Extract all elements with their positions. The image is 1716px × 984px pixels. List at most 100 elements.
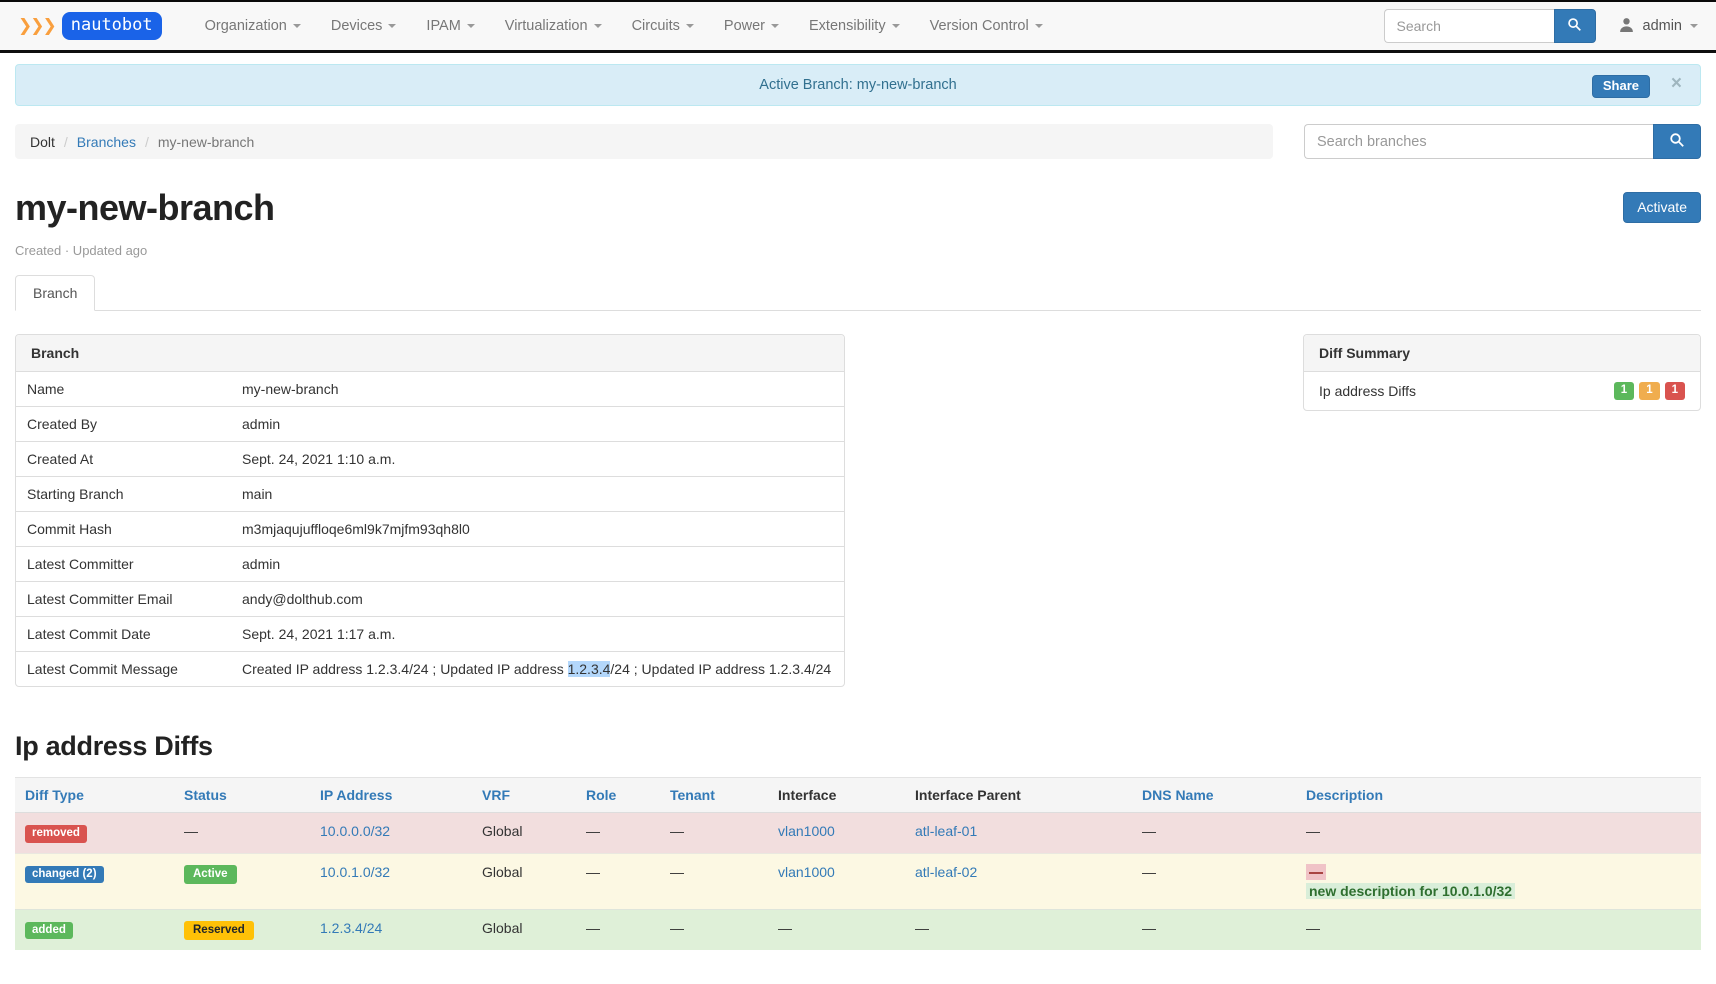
column-sort-link[interactable]: IP Address [320, 787, 392, 803]
diff-column-description: Description [1296, 778, 1701, 813]
empty-value: — [670, 920, 684, 936]
cell-link[interactable]: vlan1000 [778, 864, 835, 880]
column-label: Interface Parent [915, 787, 1021, 803]
description-old: — [1306, 864, 1691, 880]
diff-cell: — [660, 853, 768, 909]
nav-item-organization[interactable]: Organization [190, 3, 316, 49]
branch-detail-row: Created Byadmin [16, 407, 844, 442]
branch-detail-table: Namemy-new-branchCreated ByadminCreated … [16, 372, 844, 686]
commit-message-post: /24 ; Updated IP address 1.2.3.4/24 [610, 661, 831, 677]
nautobot-logo[interactable]: ❯❯❯ nautobot [18, 12, 162, 40]
breadcrumb-separator: / [64, 134, 68, 150]
diff-type-badge: removed [25, 825, 87, 843]
diff-cell: — [1296, 909, 1701, 950]
share-button[interactable]: Share [1592, 75, 1650, 98]
diff-cell: — [1132, 813, 1296, 854]
empty-value: — [586, 920, 600, 936]
caret-down-icon [467, 24, 475, 28]
navbar-right: admin [1384, 9, 1699, 43]
branch-field-value: main [231, 477, 844, 512]
diff-cell: Active [174, 853, 310, 909]
diff-cell: — [905, 909, 1132, 950]
empty-value: — [670, 864, 684, 880]
column-sort-link[interactable]: Role [586, 787, 616, 803]
diff-cell: — [576, 853, 660, 909]
search-icon [1567, 17, 1582, 35]
diff-row: changed (2)Active10.0.1.0/32Global——vlan… [15, 853, 1701, 909]
breadcrumb: Dolt/Branches/my-new-branch [15, 124, 1273, 159]
nav-item-ipam[interactable]: IPAM [411, 3, 489, 49]
global-search-button[interactable] [1554, 9, 1596, 43]
nav-item-virtualization[interactable]: Virtualization [490, 3, 617, 49]
cell-link[interactable]: 10.0.1.0/32 [320, 864, 390, 880]
cell-link[interactable]: atl-leaf-01 [915, 823, 977, 839]
column-sort-link[interactable]: Status [184, 787, 227, 803]
diff-count-badge: 1 [1614, 382, 1634, 400]
title-wrap: my-new-branch Created · Updated ago [15, 159, 1623, 258]
nav-item-devices[interactable]: Devices [316, 3, 412, 49]
search-icon [1669, 132, 1685, 151]
branch-detail-row: Latest Commit DateSept. 24, 2021 1:17 a.… [16, 617, 844, 652]
branch-detail-row: Starting Branchmain [16, 477, 844, 512]
branch-search-input[interactable] [1304, 124, 1653, 159]
branch-panel: Branch Namemy-new-branchCreated ByadminC… [15, 334, 845, 687]
column-sort-link[interactable]: DNS Name [1142, 787, 1214, 803]
cell-link[interactable]: 1.2.3.4/24 [320, 920, 382, 936]
diff-cell: — [768, 909, 905, 950]
column-sort-link[interactable]: Tenant [670, 787, 715, 803]
diff-cell: Global [472, 909, 576, 950]
caret-down-icon [1035, 24, 1043, 28]
branch-detail-row: Namemy-new-branch [16, 372, 844, 407]
empty-value: — [778, 920, 792, 936]
cell-link[interactable]: 10.0.0.0/32 [320, 823, 390, 839]
breadcrumb-item-my-new-branch: my-new-branch [158, 134, 254, 150]
nav-item-label: Extensibility [809, 18, 886, 34]
column-sort-link[interactable]: VRF [482, 787, 510, 803]
nav-item-circuits[interactable]: Circuits [617, 3, 709, 49]
diff-cell: — [576, 909, 660, 950]
nav-menu: Organization Devices IPAMVirtualization Cir… [190, 3, 1058, 49]
diff-cell: —new description for 10.0.1.0/32 [1296, 853, 1701, 909]
caret-down-icon [388, 24, 396, 28]
diff-cell: — [1132, 853, 1296, 909]
branch-search-button[interactable] [1653, 124, 1701, 159]
branch-panel-title: Branch [16, 335, 844, 372]
column-sort-link[interactable]: Description [1306, 787, 1383, 803]
diff-summary-title: Diff Summary [1304, 335, 1700, 372]
diff-cell: — [1132, 909, 1296, 950]
breadcrumb-item-branches[interactable]: Branches [77, 134, 136, 150]
nav-item-label: Devices [331, 18, 383, 34]
diff-column-interface-parent: Interface Parent [905, 778, 1132, 813]
nav-item-extensibility[interactable]: Extensibility [794, 3, 915, 49]
diff-column-role: Role [576, 778, 660, 813]
global-search [1384, 9, 1596, 43]
branch-field-label: Commit Hash [16, 512, 231, 547]
diff-type-badge: changed (2) [25, 866, 104, 884]
diff-cell: — [660, 909, 768, 950]
column-sort-link[interactable]: Diff Type [25, 787, 84, 803]
tab-branch[interactable]: Branch [15, 275, 95, 311]
nav-item-power[interactable]: Power [709, 3, 794, 49]
breadcrumb-row: Dolt/Branches/my-new-branch [15, 124, 1701, 159]
commit-message-highlight: 1.2.3.4 [568, 661, 611, 677]
nav-item-label: Power [724, 18, 765, 34]
nav-item-label: Circuits [632, 18, 680, 34]
empty-value: — [1142, 864, 1156, 880]
cell-link[interactable]: vlan1000 [778, 823, 835, 839]
user-name: admin [1643, 18, 1683, 34]
user-menu[interactable]: admin [1618, 16, 1699, 37]
nav-item-version-control[interactable]: Version Control [915, 3, 1058, 49]
close-icon[interactable]: × [1671, 74, 1682, 93]
description-new: new description for 10.0.1.0/32 [1306, 880, 1691, 899]
branch-field-value: Sept. 24, 2021 1:10 a.m. [231, 442, 844, 477]
cell-link[interactable]: atl-leaf-02 [915, 864, 977, 880]
branch-field-value: admin [231, 547, 844, 582]
diff-column-dns-name: DNS Name [1132, 778, 1296, 813]
diff-count-badge: 1 [1639, 382, 1659, 400]
empty-value: — [915, 920, 929, 936]
diff-column-tenant: Tenant [660, 778, 768, 813]
activate-button[interactable]: Activate [1623, 192, 1701, 223]
branch-detail-row: Latest Commit MessageCreated IP address … [16, 652, 844, 687]
diff-cell: — [576, 813, 660, 854]
global-search-input[interactable] [1384, 9, 1554, 43]
